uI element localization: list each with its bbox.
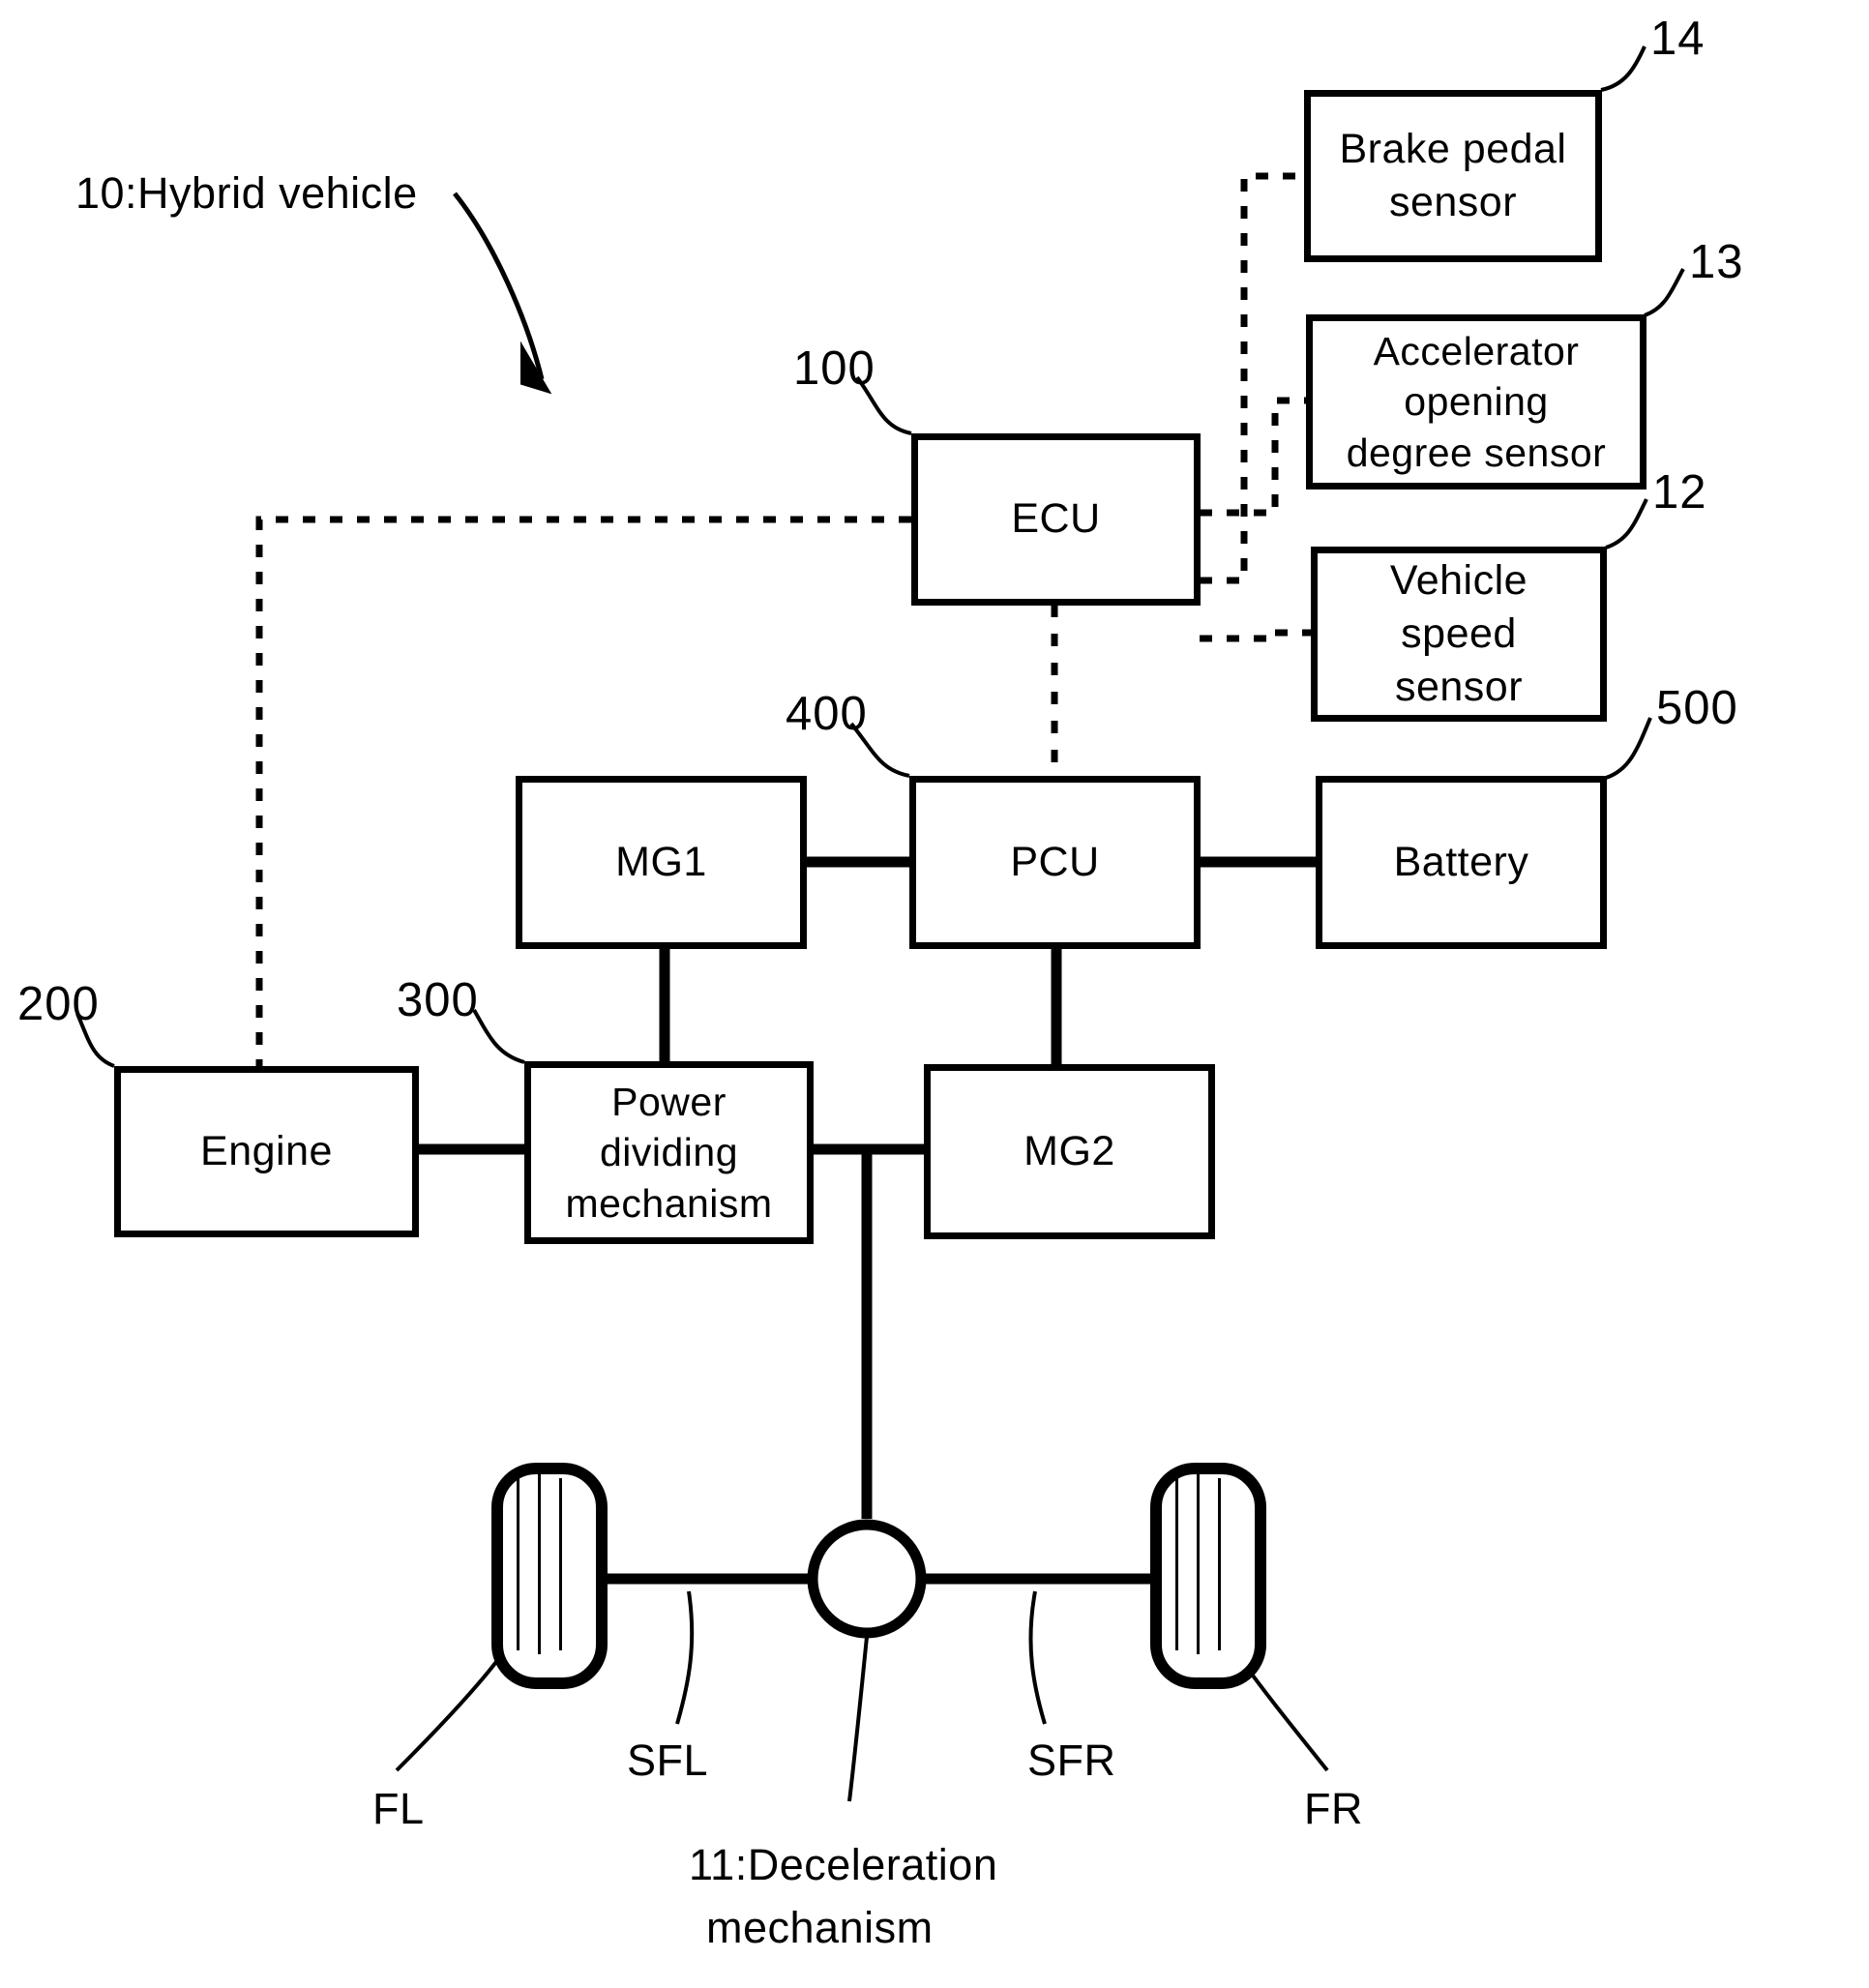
block-accelerator-opening-degree-sensor[interactable]: Accelerator opening degree sensor (1306, 314, 1646, 490)
ref-12: 12 (1652, 466, 1707, 519)
ref-100: 100 (793, 342, 875, 395)
front-left-wheel (491, 1463, 608, 1689)
tread-line (538, 1474, 541, 1654)
block-pcu[interactable]: PCU (909, 776, 1201, 949)
label-sfl: SFL (627, 1736, 709, 1785)
pcu-label: PCU (1010, 838, 1100, 885)
tread-line (1175, 1478, 1178, 1650)
connector-layer (75, 45, 1685, 1802)
fl-leader (395, 1656, 501, 1772)
ecu-accelerator-sensor-link (1200, 397, 1306, 517)
deceleration-mechanism-caption-line1: 11:Deceleration (689, 1840, 998, 1889)
ecu-vehicle-speed-sensor-link (1200, 629, 1311, 642)
leader-14 (1600, 45, 1646, 92)
sfl-leader (675, 1590, 695, 1725)
accelerator-sensor-label: Accelerator opening degree sensor (1346, 328, 1607, 475)
sfr-leader (1028, 1590, 1047, 1725)
deceleration-mechanism-caption-line2: mechanism (706, 1903, 934, 1952)
block-vehicle-speed-sensor[interactable]: Vehicle speed sensor (1311, 547, 1607, 722)
ecu-label: ECU (1011, 495, 1101, 543)
brake-pedal-sensor-label: Brake pedal sensor (1339, 125, 1567, 225)
block-ecu[interactable]: ECU (911, 433, 1201, 606)
deceleration-leader (847, 1636, 869, 1802)
leader-13 (1644, 268, 1685, 317)
ref-300: 300 (397, 974, 479, 1026)
ref-13: 13 (1689, 236, 1744, 288)
deceleration-mechanism-circle (807, 1519, 927, 1639)
leader-12 (1605, 498, 1648, 549)
power-dividing-mechanism-label: Power dividing mechanism (565, 1079, 773, 1226)
ref-14: 14 (1650, 13, 1706, 65)
tread-line (517, 1478, 519, 1650)
mg2-label: MG2 (1024, 1127, 1115, 1174)
block-battery[interactable]: Battery (1316, 776, 1607, 949)
block-mg1[interactable]: MG1 (516, 776, 807, 949)
patent-figure: Brake pedal sensor Accelerator opening d… (0, 0, 1869, 1988)
leader-300 (472, 1009, 525, 1064)
engine-label: Engine (200, 1127, 333, 1174)
block-power-dividing-mechanism[interactable]: Power dividing mechanism (524, 1061, 814, 1244)
leader-500 (1605, 717, 1652, 780)
label-fr: FR (1304, 1784, 1363, 1833)
vehicle-speed-sensor-label: Vehicle speed sensor (1389, 556, 1528, 711)
ref-400: 400 (786, 688, 868, 740)
hybrid-vehicle-leader-arrow (453, 192, 545, 380)
block-brake-pedal-sensor[interactable]: Brake pedal sensor (1304, 90, 1602, 262)
block-engine[interactable]: Engine (114, 1066, 419, 1237)
front-right-wheel (1150, 1463, 1266, 1689)
mg1-label: MG1 (615, 838, 707, 885)
label-sfr: SFR (1027, 1736, 1116, 1785)
ref-200: 200 (17, 978, 100, 1030)
battery-label: Battery (1393, 838, 1529, 885)
hybrid-vehicle-caption: 10:Hybrid vehicle (75, 168, 418, 218)
label-fl: FL (372, 1784, 425, 1833)
tread-line (1197, 1474, 1200, 1654)
ref-500: 500 (1656, 682, 1738, 734)
ecu-brake-sensor-link (1200, 172, 1304, 584)
tread-line (1218, 1478, 1221, 1650)
block-mg2[interactable]: MG2 (924, 1064, 1215, 1239)
tread-line (559, 1478, 562, 1650)
